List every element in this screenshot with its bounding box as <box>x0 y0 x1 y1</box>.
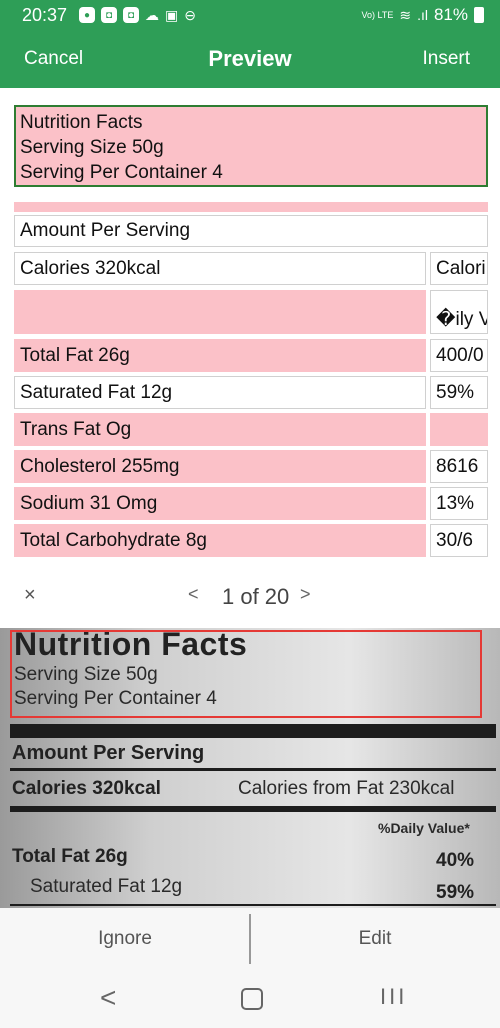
empty-row-strip[interactable] <box>14 202 488 212</box>
status-bar: 20:37 ● ◘ ◘ ☁ ▣ ⊖ Vo) LTE ≋ .ıl 81% <box>0 0 500 30</box>
photo-divider-thick <box>10 724 496 738</box>
edit-button[interactable]: Edit <box>250 928 500 950</box>
table-cell-calories[interactable]: Calories 320kcal <box>14 252 426 285</box>
table-cell-empty[interactable] <box>14 290 426 334</box>
photo-divider-medium <box>10 806 496 812</box>
source-photo: Nutrition Facts Serving Size 50g Serving… <box>0 628 500 908</box>
insert-button[interactable]: Insert <box>422 48 470 70</box>
nf-line-serving-per-container: Serving Per Container 4 <box>20 162 223 183</box>
table-cell-saturated-fat-right[interactable]: 59% <box>430 376 488 409</box>
photo-calories-from-fat: Calories from Fat 230kcal <box>238 778 455 799</box>
status-time: 20:37 <box>22 4 68 25</box>
table-cell-cholesterol[interactable]: Cholesterol 255mg <box>14 450 426 483</box>
photo-total-fat: Total Fat 26g <box>12 846 128 867</box>
action-bar: Ignore Edit <box>0 908 500 970</box>
table-cell-total-fat[interactable]: Total Fat 26g <box>14 339 426 372</box>
system-icons: Vo) LTE ≋ .ıl 81% <box>361 5 484 25</box>
signal-icon: .ıl <box>417 7 428 23</box>
app-icon-1: ◘ <box>101 7 118 23</box>
close-icon[interactable]: × <box>24 584 36 607</box>
photo-divider-bottom <box>10 904 496 906</box>
table-cell-trans-fat-right[interactable] <box>430 413 488 446</box>
table-cell-carbohydrate[interactable]: Total Carbohydrate 8g <box>14 524 426 557</box>
nutrition-facts-block[interactable]: Nutrition Facts Serving Size 50g Serving… <box>14 105 488 187</box>
next-button[interactable]: > <box>300 584 311 605</box>
photo-calories: Calories 320kcal <box>12 778 161 799</box>
highlight-rectangle <box>10 630 482 718</box>
pager-bar: × < 1 of 20 > <box>0 566 500 628</box>
photo-total-fat-pct: 40% <box>436 850 475 871</box>
table-cell-calories-right[interactable]: Calori <box>430 252 488 285</box>
back-icon[interactable]: < <box>100 982 116 1014</box>
app-icon-2: ◘ <box>123 7 140 23</box>
table-cell-sodium-right[interactable]: 13% <box>430 487 488 520</box>
lte-icon: Vo) LTE <box>361 9 394 20</box>
preview-area: Nutrition Facts Serving Size 50g Serving… <box>0 88 500 566</box>
photo-divider-thin <box>10 768 496 771</box>
dnd-icon: ⊖ <box>184 6 197 23</box>
nf-line-serving-size: Serving Size 50g <box>20 137 164 158</box>
home-icon[interactable] <box>241 988 263 1010</box>
table-cell-total-fat-right[interactable]: 400/0 <box>430 339 488 372</box>
ignore-button[interactable]: Ignore <box>0 928 250 950</box>
table-cell-cholesterol-right[interactable]: 8616 <box>430 450 488 483</box>
system-navbar: < III <box>0 970 500 1028</box>
weather-icon: ☁ <box>145 6 160 23</box>
table-cell-daily-value[interactable]: �ily V <box>430 290 488 334</box>
nf-line-title: Nutrition Facts <box>20 112 143 133</box>
table-cell-amount[interactable]: Amount Per Serving <box>14 215 488 247</box>
notification-icons: ● ◘ ◘ ☁ ▣ ⊖ <box>79 7 196 24</box>
app-header: Cancel Preview Insert <box>0 30 500 88</box>
battery-text: 81% <box>433 5 468 24</box>
previous-button[interactable]: < <box>188 584 199 605</box>
table-cell-sodium[interactable]: Sodium 31 Omg <box>14 487 426 520</box>
wifi-icon: ≋ <box>399 6 412 23</box>
chat-icon: ● <box>79 7 96 23</box>
page-indicator: 1 of 20 <box>222 584 290 609</box>
table-cell-trans-fat[interactable]: Trans Fat Og <box>14 413 426 446</box>
recent-apps-icon[interactable]: III <box>380 984 407 1010</box>
table-cell-saturated-fat[interactable]: Saturated Fat 12g <box>14 376 426 409</box>
image-icon: ▣ <box>165 6 179 23</box>
table-cell-carbohydrate-right[interactable]: 30/6 <box>430 524 488 557</box>
photo-saturated-fat: Saturated Fat 12g <box>30 876 183 897</box>
photo-daily-value: %Daily Value* <box>378 820 470 836</box>
photo-amount-per-serving: Amount Per Serving <box>12 742 205 764</box>
photo-saturated-fat-pct: 59% <box>436 882 475 903</box>
battery-icon <box>474 7 484 23</box>
